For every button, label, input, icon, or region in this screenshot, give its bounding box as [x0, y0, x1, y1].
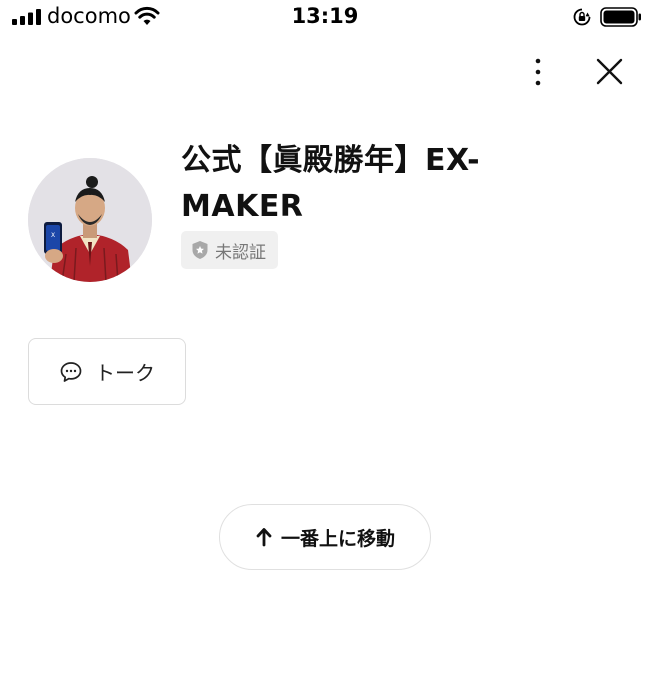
page-title: 公式【眞殿勝年】EX-MAKER — [181, 143, 481, 224]
talk-button[interactable]: トーク — [28, 338, 186, 405]
close-button[interactable] — [590, 54, 628, 90]
more-vertical-icon — [535, 58, 541, 86]
talk-label: トーク — [95, 361, 155, 385]
avatar[interactable]: X — [28, 158, 152, 282]
more-options-button[interactable] — [522, 54, 554, 90]
battery-icon — [600, 7, 641, 27]
status-bar: docomo 13:19 — [0, 0, 650, 36]
svg-text:X: X — [51, 232, 55, 239]
verification-status: 未認証 — [215, 242, 266, 263]
shield-star-icon — [192, 241, 208, 259]
orientation-lock-icon — [573, 8, 591, 26]
close-icon — [596, 58, 623, 85]
scroll-to-top-button[interactable]: 一番上に移動 — [219, 504, 431, 570]
status-time: 13:19 — [291, 4, 359, 28]
verification-badge: 未認証 — [181, 231, 278, 269]
chat-bubble-icon — [60, 361, 82, 382]
arrow-up-icon — [256, 528, 272, 547]
scroll-to-top-label: 一番上に移動 — [280, 527, 395, 550]
profile-screen: docomo 13:19 X 公式【眞殿勝年】EX-MAKER 未認証 トーク … — [0, 0, 650, 687]
profile-photo: X — [28, 158, 152, 282]
